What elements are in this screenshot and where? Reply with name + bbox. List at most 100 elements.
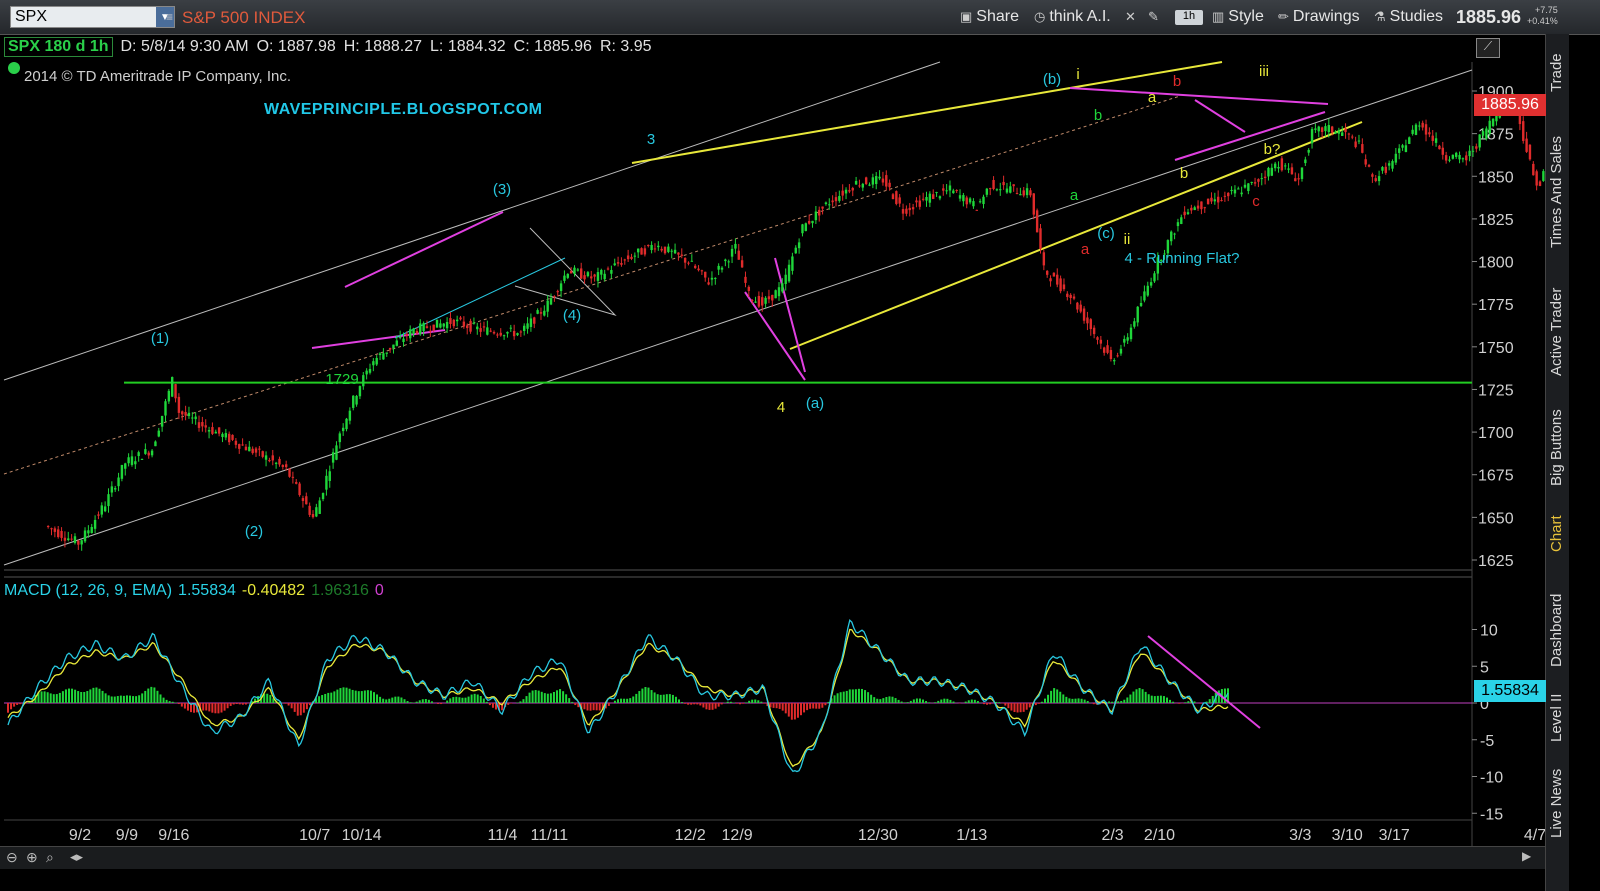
- magnify-icon[interactable]: ⌕: [46, 849, 54, 866]
- candle-body: [1431, 135, 1434, 141]
- rail-tab-trade[interactable]: Trade: [1548, 53, 1565, 92]
- scroll-right-icon[interactable]: ▶: [1522, 849, 1531, 863]
- candle-body: [1414, 124, 1418, 135]
- rail-tab-dashboard[interactable]: Dashboard: [1548, 594, 1565, 667]
- candle-body: [506, 331, 509, 334]
- candle-body: [1488, 120, 1491, 134]
- candle-body: [579, 268, 583, 279]
- candle-body: [620, 262, 623, 265]
- candle-body: [1176, 222, 1180, 227]
- rail-tab-live-news[interactable]: Live News: [1548, 769, 1565, 838]
- candle-body: [372, 361, 375, 366]
- candle-body: [603, 273, 606, 280]
- wave-label: (b): [1043, 71, 1061, 88]
- candle-body: [1471, 150, 1475, 152]
- candle-body: [231, 434, 234, 440]
- candle-body: [147, 452, 150, 456]
- candle-body: [938, 196, 942, 199]
- candle-body: [499, 332, 502, 336]
- candle-body: [160, 415, 164, 427]
- candle-body: [1404, 145, 1408, 152]
- rail-tab-times-sales[interactable]: Times And Sales: [1548, 136, 1565, 248]
- macd-zero: 0: [374, 582, 384, 599]
- candle-body: [295, 482, 298, 484]
- candle-body: [114, 488, 117, 490]
- rail-tab-level2[interactable]: Level II: [1548, 694, 1565, 742]
- candle-body: [214, 431, 217, 434]
- rail-tab-chart[interactable]: Chart: [1548, 515, 1565, 552]
- candle-body: [1297, 178, 1300, 180]
- candle-body: [606, 268, 610, 270]
- candle-body: [422, 323, 425, 331]
- candle-body: [1270, 167, 1274, 176]
- candle-body: [1354, 141, 1357, 148]
- pan-icon[interactable]: ◂▸: [70, 849, 83, 865]
- candle-body: [828, 204, 831, 206]
- candle-body: [87, 530, 90, 534]
- candle-body: [613, 263, 616, 266]
- candle-body: [1253, 182, 1257, 184]
- candle-body: [1408, 137, 1411, 144]
- candle-body: [1364, 159, 1367, 165]
- candle-body: [1290, 167, 1294, 175]
- candle-body: [925, 197, 928, 201]
- candle-body: [720, 267, 724, 270]
- candle-body: [1314, 128, 1317, 130]
- candle-body: [1119, 348, 1123, 354]
- zoom-out-icon[interactable]: ⊖: [6, 849, 18, 866]
- candle-body: [1535, 171, 1538, 186]
- zoom-in-icon[interactable]: ⊕: [26, 849, 38, 866]
- wave-label: (c): [1097, 225, 1115, 242]
- wave-label: b?: [1264, 141, 1281, 158]
- candle-body: [1411, 129, 1414, 134]
- candle-body: [459, 317, 462, 320]
- candle-body: [244, 446, 248, 451]
- candle-body: [1334, 131, 1337, 134]
- candle-body: [385, 352, 388, 354]
- candle-body: [1233, 189, 1237, 194]
- macd-tick-label: 10: [1480, 623, 1498, 640]
- rail-tab-big-buttons[interactable]: Big Buttons: [1548, 409, 1565, 486]
- candle-body: [804, 223, 808, 231]
- candle-body: [519, 331, 523, 333]
- candle-body: [1485, 128, 1488, 139]
- candle-body: [1183, 211, 1186, 216]
- chart-canvas[interactable]: 1625 1650 1675 1700 1725 1750 1775 1800 1825 1850…: [0, 0, 1545, 846]
- candle-body: [697, 268, 700, 271]
- candle-body: [1237, 188, 1240, 190]
- candle-body: [523, 325, 526, 331]
- candle-body: [844, 189, 848, 194]
- candle-body: [187, 412, 191, 417]
- candle-body: [1304, 159, 1307, 164]
- candle-body: [740, 260, 744, 268]
- rail-tab-active-trader[interactable]: Active Trader: [1548, 288, 1565, 376]
- candle-body: [630, 256, 633, 259]
- candle-body: [942, 188, 945, 191]
- candle-body: [771, 294, 774, 301]
- candle-body: [707, 282, 710, 285]
- candle-body: [616, 262, 620, 264]
- candle-body: [261, 451, 264, 457]
- candle-body: [1538, 181, 1542, 186]
- macd-info-bar: MACD (12, 26, 9, EMA) 1.55834 -0.40482 1…: [4, 580, 384, 602]
- candle-body: [425, 326, 429, 328]
- candle-body: [1250, 181, 1253, 183]
- candle-body: [368, 368, 372, 373]
- candle-body: [868, 184, 871, 186]
- candle-body: [489, 330, 492, 332]
- candle-body: [46, 525, 50, 527]
- candle-body: [1206, 198, 1210, 205]
- candle-body: [1136, 306, 1139, 323]
- candle-body: [415, 330, 419, 334]
- candle-body: [710, 277, 714, 280]
- macd-name[interactable]: MACD (12, 26, 9, EMA): [4, 582, 172, 600]
- candle-body: [643, 248, 647, 255]
- candle-body: [1079, 304, 1082, 312]
- candle-body: [164, 401, 167, 416]
- candle-body: [704, 271, 707, 278]
- candle-body: [53, 528, 57, 532]
- candle-body: [375, 357, 378, 365]
- candle-body: [1444, 155, 1448, 161]
- candle-body: [787, 264, 791, 282]
- candle-body: [761, 297, 764, 306]
